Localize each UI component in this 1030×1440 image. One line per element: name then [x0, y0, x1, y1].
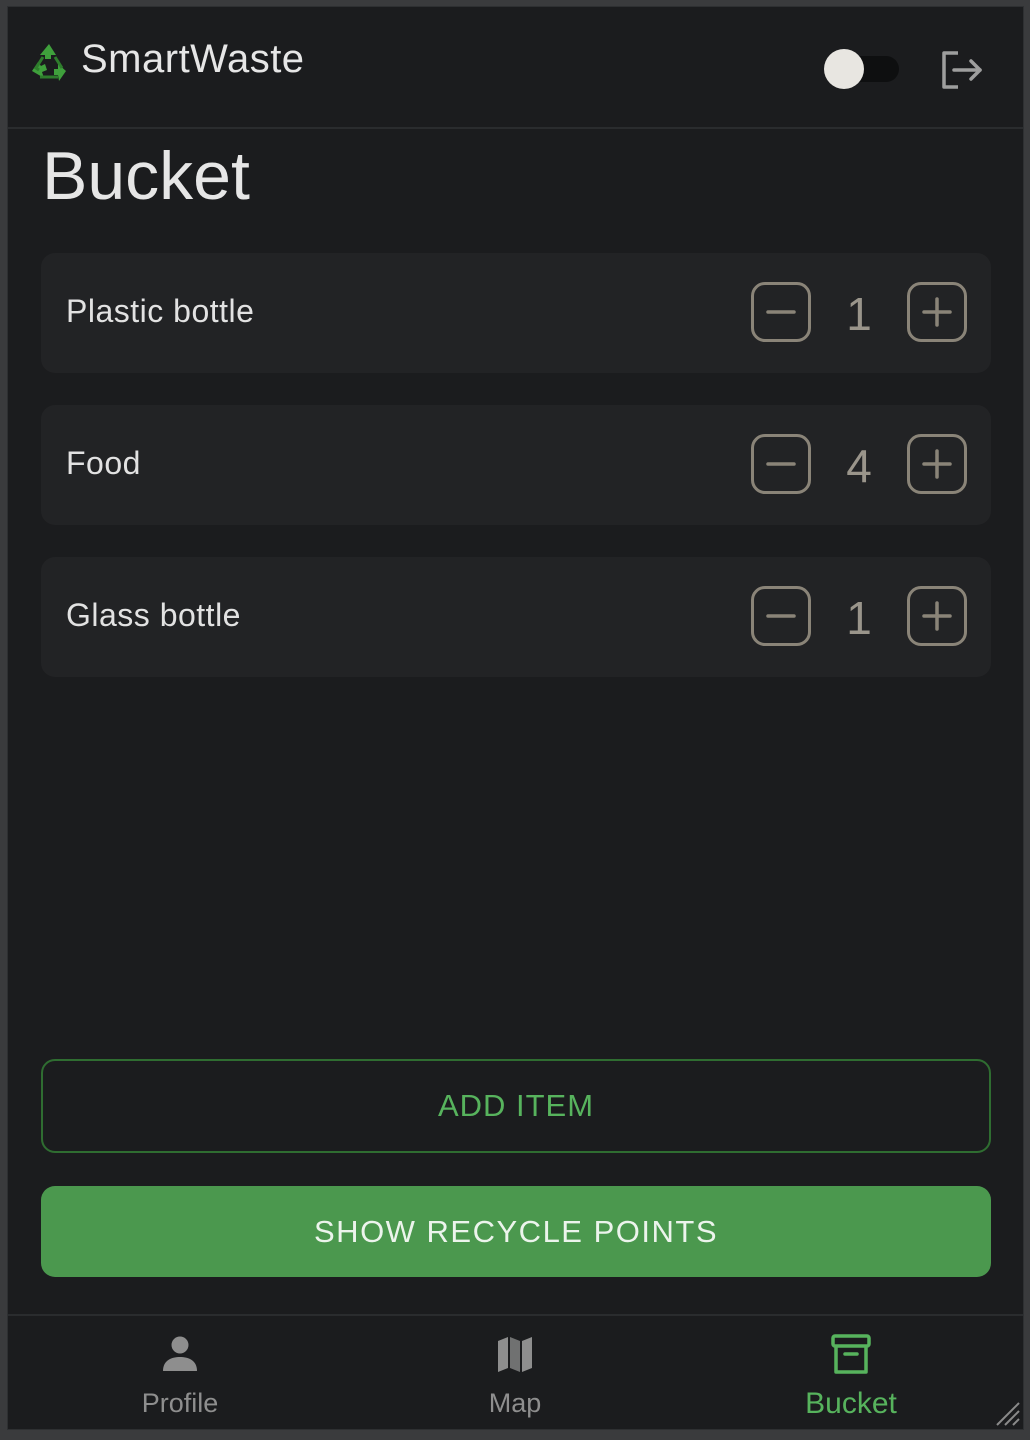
decrement-button[interactable]: [751, 282, 811, 342]
add-item-button[interactable]: ADD ITEM: [41, 1059, 991, 1153]
nav-label: Profile: [141, 1388, 219, 1418]
decrement-button[interactable]: [751, 434, 811, 494]
show-recycle-points-button[interactable]: SHOW RECYCLE POINTS: [41, 1186, 991, 1277]
nav-item-bucket[interactable]: Bucket: [751, 1316, 951, 1429]
theme-toggle[interactable]: [823, 49, 899, 89]
minus-icon: [766, 310, 796, 314]
item-quantity: 1: [846, 288, 872, 340]
plus-icon: [922, 601, 952, 631]
page-title: Bucket: [42, 138, 250, 214]
nav-item-map[interactable]: Map: [415, 1316, 615, 1429]
minus-icon: [766, 462, 796, 466]
bottom-navigation: Profile Map Bucket: [8, 1314, 1023, 1429]
nav-item-profile[interactable]: Profile: [80, 1316, 280, 1429]
minus-icon: [766, 614, 796, 618]
plus-icon: [922, 449, 952, 479]
logout-icon[interactable]: [938, 47, 986, 93]
resize-grip-icon[interactable]: [993, 1399, 1021, 1427]
nav-label: Bucket: [805, 1387, 897, 1420]
item-quantity: 1: [846, 592, 872, 644]
nav-label: Map: [488, 1388, 542, 1418]
increment-button[interactable]: [907, 282, 967, 342]
decrement-button[interactable]: [751, 586, 811, 646]
toggle-knob: [824, 49, 864, 89]
app-title: SmartWaste: [81, 37, 305, 81]
item-name: Plastic bottle: [66, 293, 255, 329]
recycle-icon: [32, 44, 66, 81]
item-name: Food: [66, 445, 141, 481]
person-icon: [163, 1336, 197, 1371]
archive-icon: [831, 1334, 871, 1374]
item-name: Glass bottle: [66, 597, 241, 633]
map-icon: [498, 1337, 532, 1372]
increment-button[interactable]: [907, 434, 967, 494]
bucket-item: Food 4: [41, 405, 991, 525]
increment-button[interactable]: [907, 586, 967, 646]
bucket-item: Glass bottle 1: [41, 557, 991, 677]
bucket-item: Plastic bottle 1: [41, 253, 991, 373]
item-quantity: 4: [846, 440, 872, 492]
app-window: SmartWaste Bucket Plastic bottle 1 Food …: [7, 6, 1024, 1430]
plus-icon: [922, 297, 952, 327]
app-header: SmartWaste: [8, 7, 1023, 129]
